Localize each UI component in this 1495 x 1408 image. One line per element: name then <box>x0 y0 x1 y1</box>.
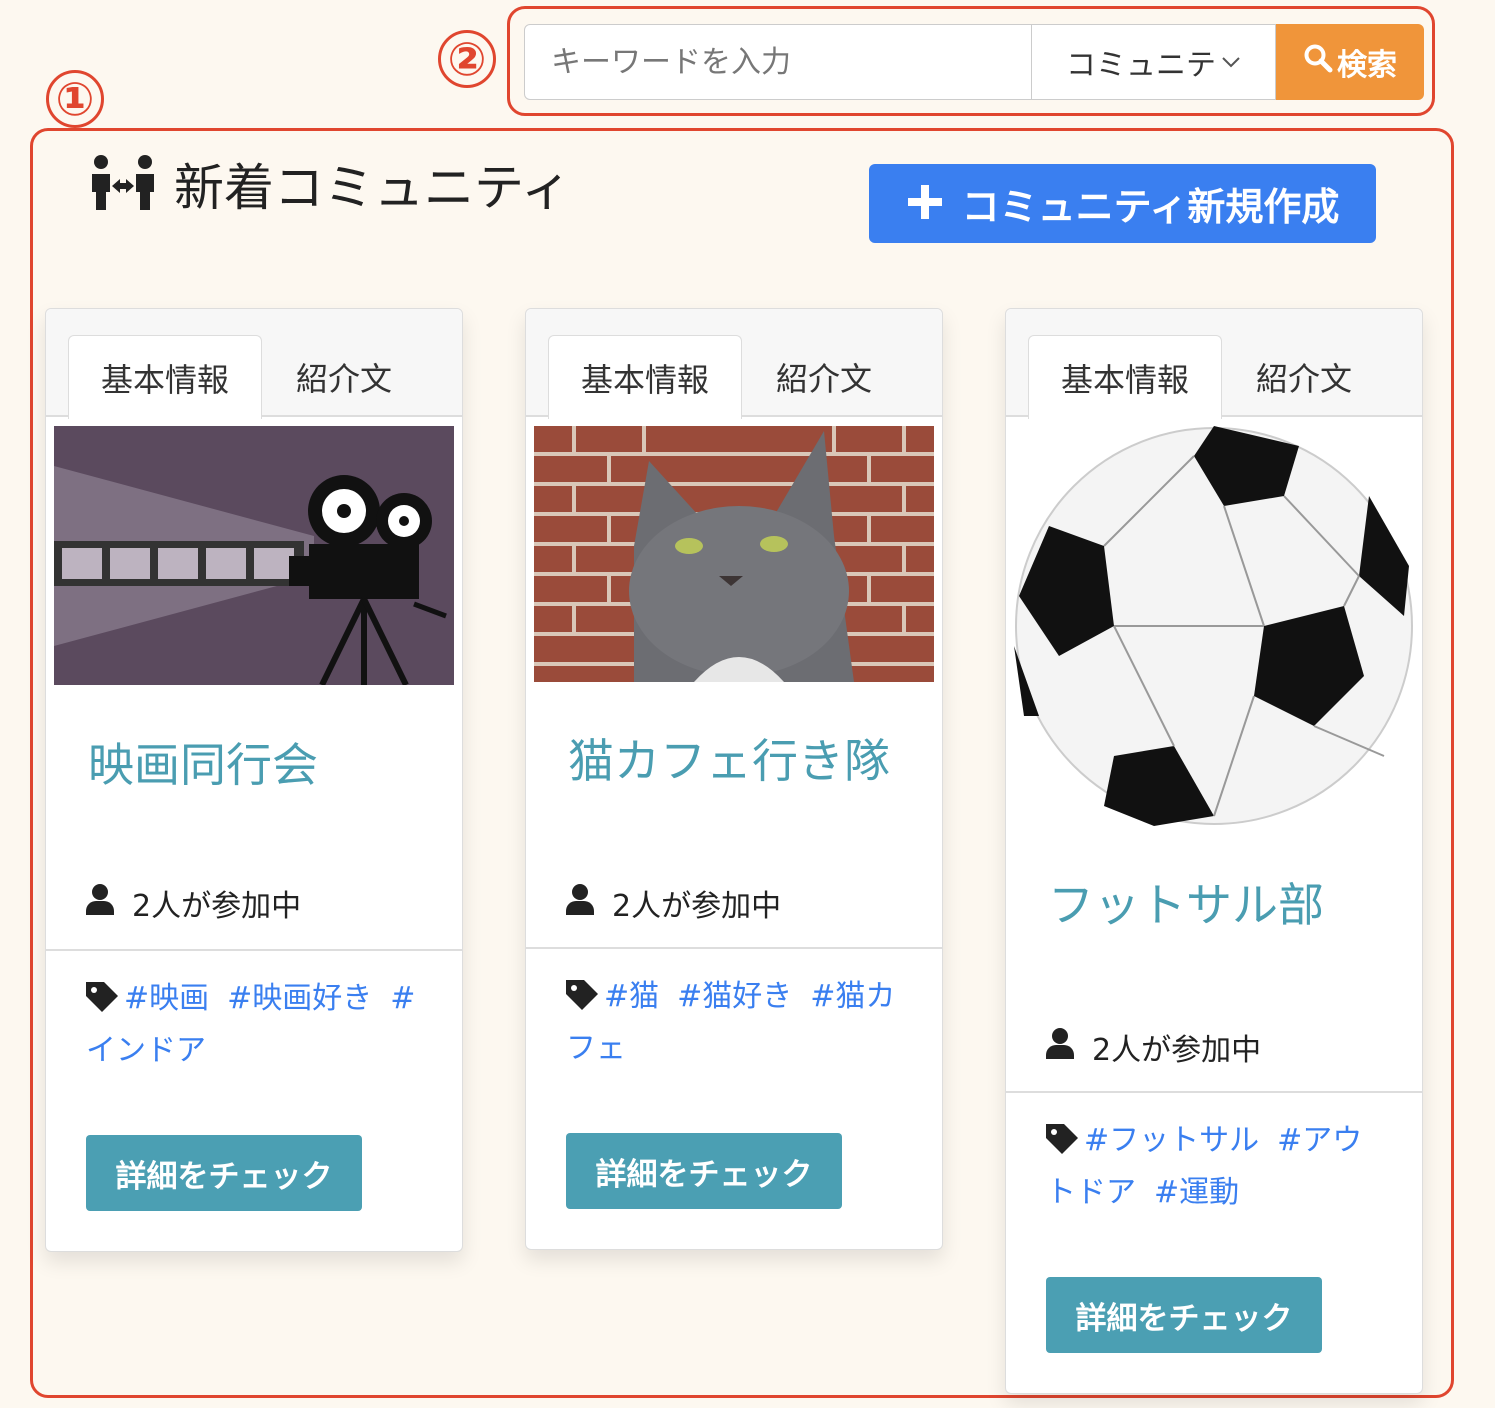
gray-cat-image <box>534 426 934 682</box>
annotation-number-1: ① <box>46 70 104 128</box>
check-details-button[interactable]: 詳細をチェック <box>1046 1277 1322 1353</box>
tag-link[interactable]: #映画好き <box>227 981 372 1016</box>
member-count: 2人が参加中 <box>86 881 301 925</box>
search-bar: コミュニテ 検索 <box>524 24 1424 100</box>
section-heading: 新着コミュニティ <box>90 148 571 220</box>
tab-basic-info[interactable]: 基本情報 <box>68 335 262 419</box>
people-arrows-icon <box>90 152 156 216</box>
member-count-text: 2人が参加中 <box>612 889 782 924</box>
member-count-text: 2人が参加中 <box>1092 1033 1262 1068</box>
card-tabs: 基本情報 紹介文 <box>1006 309 1422 419</box>
tab-introduction[interactable]: 紹介文 <box>1222 335 1386 419</box>
community-title[interactable]: 映画同行会 <box>88 729 318 795</box>
card-tabs: 基本情報 紹介文 <box>46 309 462 419</box>
plus-icon <box>906 178 944 230</box>
search-scope-label: コミュニテ <box>1066 48 1216 83</box>
user-icon <box>86 883 114 923</box>
member-count-text: 2人が参加中 <box>132 889 302 924</box>
tab-basic-info[interactable]: 基本情報 <box>548 335 742 419</box>
card-tabs: 基本情報 紹介文 <box>526 309 942 419</box>
page-title: 新着コミュニティ <box>174 159 571 217</box>
tab-introduction[interactable]: 紹介文 <box>262 335 426 419</box>
tag-icon <box>86 979 120 1027</box>
community-card: 基本情報 紹介文 フットサル部 2人が参加中 #フットサル #アウトドア #運動… <box>1005 308 1423 1394</box>
tag-icon <box>1046 1121 1080 1169</box>
tag-link[interactable]: #フットサル <box>1084 1123 1259 1158</box>
tab-basic-info[interactable]: 基本情報 <box>1028 335 1222 419</box>
tag-list: #猫 #猫好き #猫カフェ <box>566 973 906 1073</box>
community-card: 基本情報 紹介文 猫カフェ行き隊 2人が参加中 #猫 #猫好き #猫カフェ 詳細… <box>525 308 943 1250</box>
divider <box>526 947 942 949</box>
check-details-button[interactable]: 詳細をチェック <box>566 1133 842 1209</box>
community-title[interactable]: 猫カフェ行き隊 <box>568 725 890 791</box>
tag-link[interactable]: #猫好き <box>677 979 792 1014</box>
tag-link[interactable]: #運動 <box>1154 1175 1239 1210</box>
search-scope-select[interactable]: コミュニテ <box>1032 24 1276 100</box>
search-input[interactable] <box>524 24 1032 100</box>
divider <box>46 949 462 951</box>
create-community-button[interactable]: コミュニティ新規作成 <box>869 164 1376 243</box>
divider <box>1006 1091 1422 1093</box>
tag-icon <box>566 977 600 1025</box>
search-button[interactable]: 検索 <box>1276 24 1424 100</box>
search-button-label: 検索 <box>1337 48 1397 83</box>
create-community-label: コミュニティ新規作成 <box>961 185 1340 229</box>
tab-introduction[interactable]: 紹介文 <box>742 335 906 419</box>
member-count: 2人が参加中 <box>566 881 781 925</box>
chevron-down-icon <box>1221 52 1241 73</box>
tag-list: #映画 #映画好き #インドア <box>86 975 426 1075</box>
annotation-number-2: ② <box>438 30 496 88</box>
movie-projector-image <box>54 426 454 685</box>
check-details-button[interactable]: 詳細をチェック <box>86 1135 362 1211</box>
tag-link[interactable]: #猫 <box>604 979 659 1014</box>
community-title[interactable]: フットサル部 <box>1048 869 1324 935</box>
tag-link[interactable]: #映画 <box>124 981 209 1016</box>
user-icon <box>566 883 594 923</box>
community-card: 基本情報 紹介文 映画同行会 2人が参加中 #映画 #映画好き #インドア 詳細… <box>45 308 463 1252</box>
tag-list: #フットサル #アウトドア #運動 <box>1046 1117 1386 1217</box>
soccer-ball-image <box>1014 426 1414 826</box>
member-count: 2人が参加中 <box>1046 1025 1261 1069</box>
search-icon <box>1303 43 1333 81</box>
user-icon <box>1046 1027 1074 1067</box>
